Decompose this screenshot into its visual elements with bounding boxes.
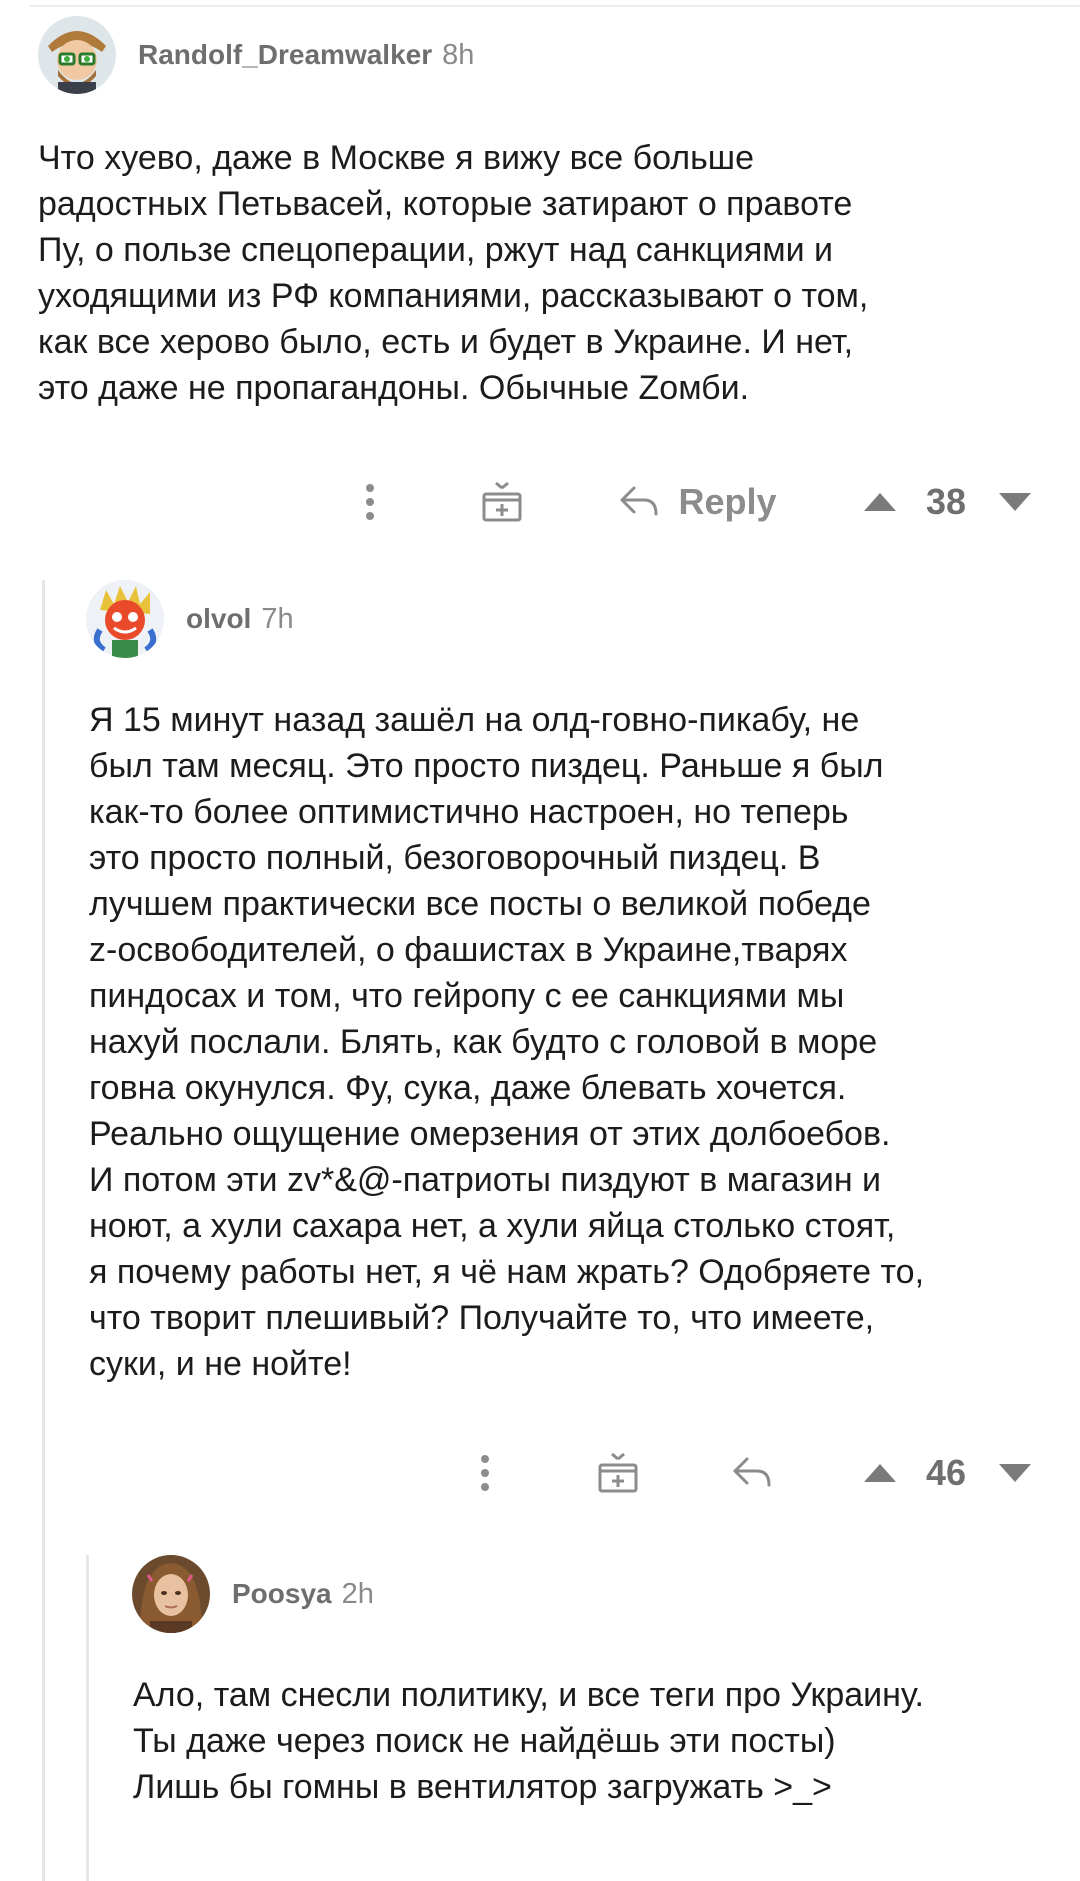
score: 46: [925, 1452, 967, 1493]
upvote-button[interactable]: [860, 1443, 900, 1503]
avatar[interactable]: [86, 580, 164, 658]
downvote-icon: [999, 493, 1031, 511]
comment-body: Я 15 минут назад зашёл на олд-говно-пика…: [89, 701, 925, 1383]
upvote-icon: [864, 1464, 896, 1482]
upvote-icon: [864, 493, 896, 511]
top-divider: [30, 5, 1080, 7]
comment-header: olvol 7h: [86, 580, 294, 658]
thread-line-nested[interactable]: [86, 1555, 89, 1881]
more-vertical-icon: [366, 484, 374, 520]
gift-icon: [482, 481, 522, 522]
downvote-icon: [999, 1464, 1031, 1482]
reply-button[interactable]: Reply: [610, 472, 785, 532]
gift-button[interactable]: [588, 1443, 648, 1503]
reply-label: Reply: [678, 481, 777, 522]
gift-icon: [598, 1452, 638, 1493]
comment-header: Poosya 2h: [132, 1555, 374, 1633]
more-options-button[interactable]: [460, 1443, 510, 1503]
score: 38: [925, 481, 967, 522]
timestamp: 8h: [442, 38, 475, 71]
comment-header: Randolf_Dreamwalker 8h: [38, 16, 474, 94]
timestamp: 2h: [341, 1577, 374, 1610]
avatar[interactable]: [132, 1555, 210, 1633]
more-options-button[interactable]: [345, 472, 395, 532]
downvote-button[interactable]: [995, 472, 1035, 532]
comment-actions: Reply 38: [0, 472, 1080, 532]
comment-actions: 46: [42, 1443, 1080, 1503]
reply-arrow-icon: [733, 1457, 771, 1487]
comment-body: Ало, там снесли политику, и все теги про…: [133, 1676, 924, 1806]
upvote-button[interactable]: [860, 472, 900, 532]
reply-arrow-icon: [620, 486, 658, 516]
more-vertical-icon: [481, 1455, 489, 1491]
timestamp: 7h: [261, 602, 294, 635]
username[interactable]: Poosya: [232, 1578, 332, 1610]
reply-button[interactable]: [722, 1443, 782, 1503]
username[interactable]: olvol: [186, 603, 251, 635]
gift-button[interactable]: [472, 472, 532, 532]
thread-line[interactable]: [42, 580, 45, 1881]
comment-body: Что хуево, даже в Москве я вижу все боль…: [38, 139, 869, 407]
downvote-button[interactable]: [995, 1443, 1035, 1503]
username[interactable]: Randolf_Dreamwalker: [138, 39, 432, 71]
avatar[interactable]: [38, 16, 116, 94]
